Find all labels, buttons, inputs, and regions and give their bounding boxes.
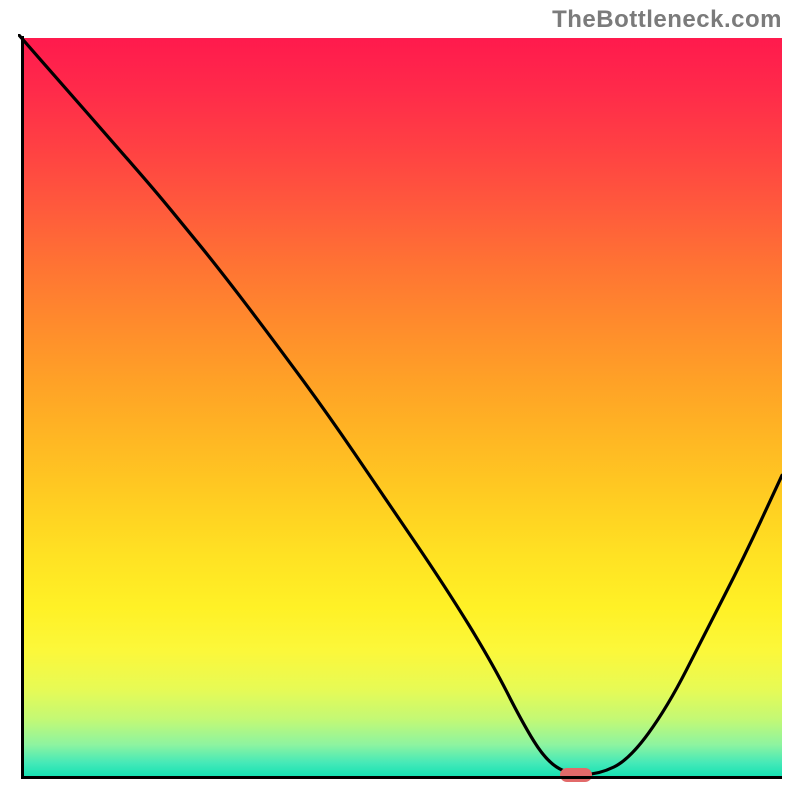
bottleneck-curve bbox=[18, 34, 782, 775]
watermark-text: TheBottleneck.com bbox=[552, 6, 782, 34]
plot-area bbox=[18, 34, 782, 782]
optimum-marker bbox=[560, 768, 592, 782]
curve-layer bbox=[18, 34, 782, 782]
chart-container: TheBottleneck.com bbox=[0, 0, 800, 800]
